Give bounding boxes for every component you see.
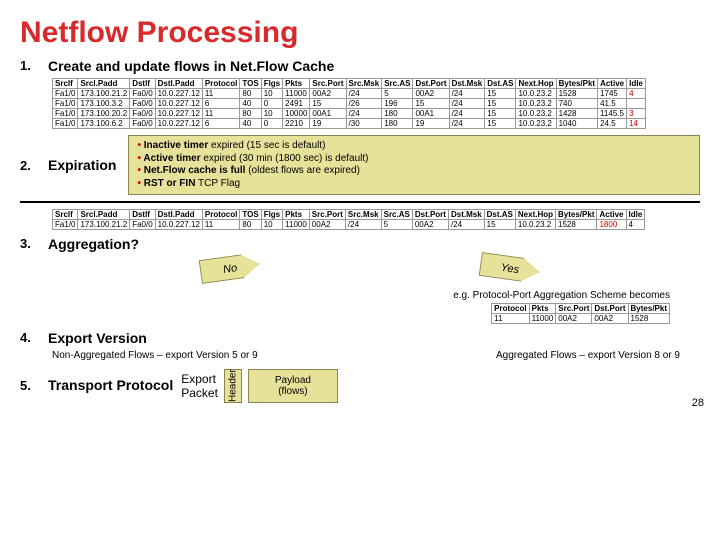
step-1: 1. Create and update flows in Net.Flow C… [20, 58, 700, 74]
step-1-num: 1. [20, 58, 48, 73]
step-5: 5. Transport Protocol ExportPacket Heade… [20, 367, 700, 403]
divider [20, 201, 700, 203]
aggregation-table: ProtocolPktsSrc.PortDst.PortBytes/Pkt 11… [491, 303, 670, 324]
packet-payload-box: Payload (flows) [248, 369, 338, 403]
flow-cache-table-2: SrclfSrcl.PaddDstlfDstl.PaddProtocolTOSF… [52, 209, 645, 230]
arrow-yes: Yes [479, 252, 542, 284]
flow-cache-table-1: SrclfSrcl.PaddDstlfDstl.PaddProtocolTOSF… [52, 78, 646, 129]
export-note-left: Non-Aggregated Flows – export Version 5 … [52, 350, 258, 361]
export-version-notes: Non-Aggregated Flows – export Version 5 … [52, 350, 680, 361]
step-3-label: Aggregation? [48, 236, 139, 252]
page-title: Netflow Processing [20, 16, 700, 50]
export-note-right: Aggregated Flows – export Version 8 or 9 [496, 350, 680, 361]
page-number: 28 [692, 397, 704, 409]
step-2: 2. Expiration • Inactive timer expired (… [20, 135, 700, 195]
payload-line2: (flows) [278, 386, 307, 397]
step-5-label: Transport Protocol [48, 377, 173, 393]
agg-caption: e.g. Protocol-Port Aggregation Scheme be… [20, 290, 670, 301]
payload-line1: Payload [275, 375, 311, 386]
step-3-num: 3. [20, 236, 48, 251]
expiration-notes: • Inactive timer expired (15 sec is defa… [128, 135, 700, 195]
step-3: 3. Aggregation? [20, 236, 700, 252]
step-4: 4. Export Version [20, 330, 700, 346]
step-2-num: 2. [20, 158, 48, 173]
decision-arrows: No Yes [20, 256, 700, 284]
step-4-num: 4. [20, 330, 48, 345]
step-4-label: Export Version [48, 330, 147, 346]
packet-header-box: Header [224, 369, 242, 403]
step-2-label: Expiration [48, 157, 116, 173]
arrow-no: No [199, 252, 262, 284]
step-1-label: Create and update flows in Net.Flow Cach… [48, 58, 334, 74]
export-packet-label: ExportPacket [181, 372, 218, 400]
step-5-num: 5. [20, 378, 48, 393]
